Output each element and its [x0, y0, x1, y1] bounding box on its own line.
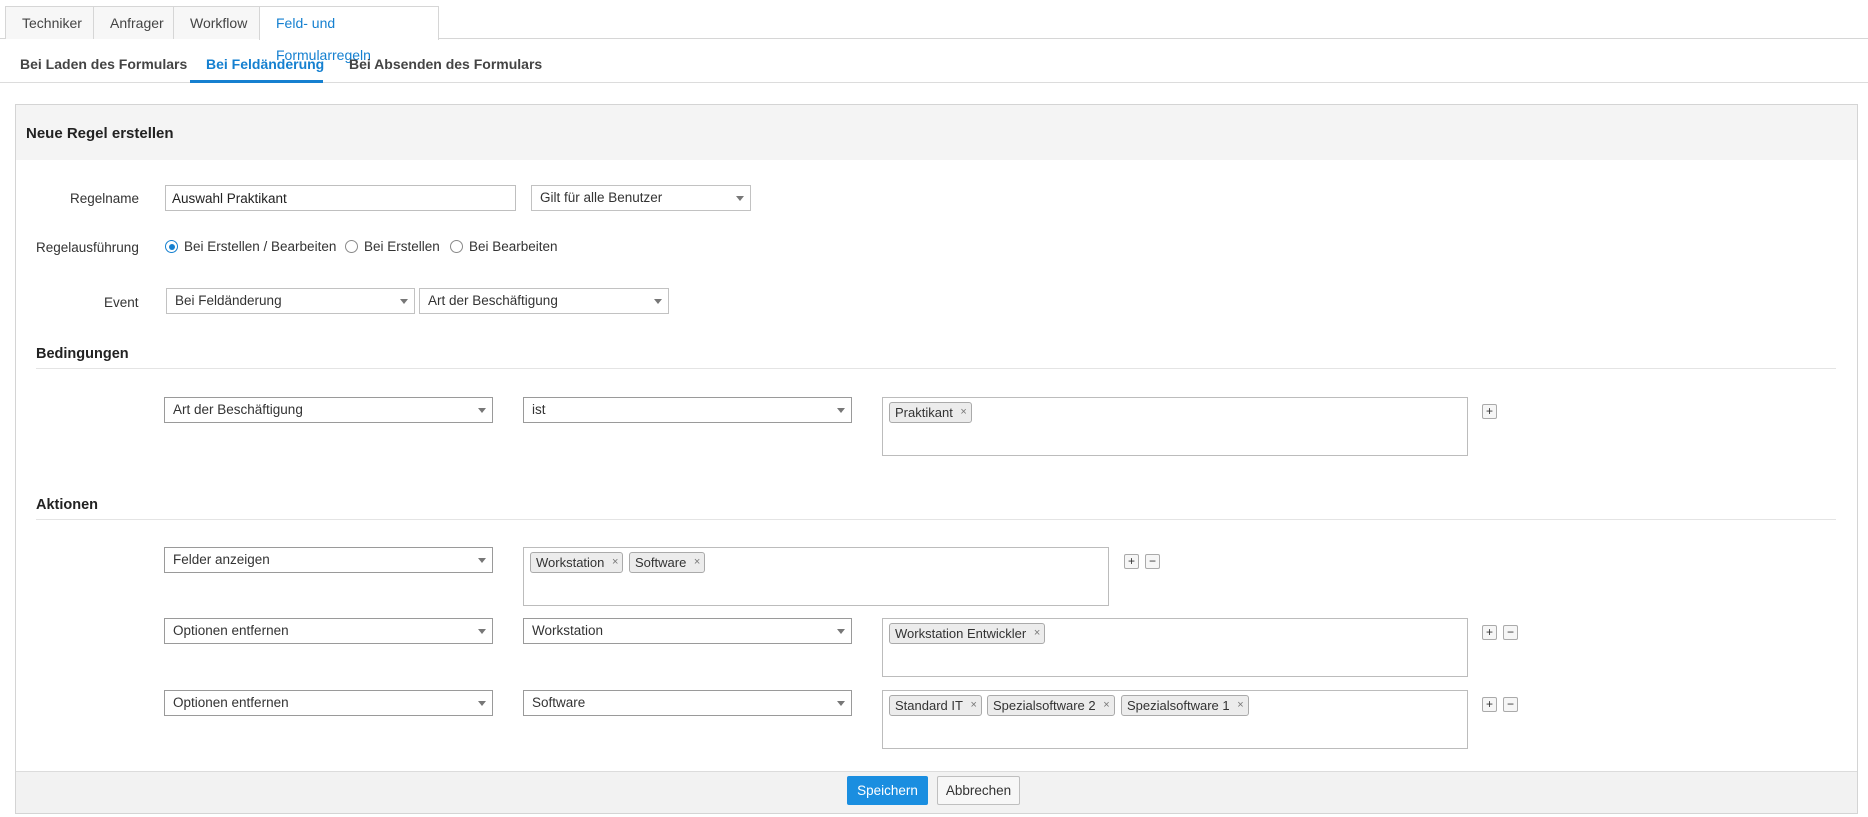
tag-label: Workstation: [536, 555, 605, 570]
tab-anfrager[interactable]: Anfrager: [93, 6, 174, 39]
action-3-select[interactable]: Optionen entfernen: [164, 690, 493, 716]
tag-standard-it: Standard IT ×: [889, 695, 982, 716]
applies-to-select[interactable]: Gilt für alle Benutzer: [531, 185, 751, 211]
panel-title: Neue Regel erstellen: [26, 125, 174, 142]
action-2-select[interactable]: Optionen entfernen: [164, 618, 493, 644]
close-icon[interactable]: ×: [960, 403, 966, 422]
condition-field-select[interactable]: Art der Beschäftigung: [164, 397, 493, 423]
chevron-down-icon: [478, 629, 486, 634]
event-field-select[interactable]: Art der Beschäftigung: [419, 288, 669, 314]
remove-action-button[interactable]: −: [1145, 554, 1160, 569]
action-3-values-box[interactable]: Standard IT × Spezialsoftware 2 × Spezials…: [882, 690, 1468, 749]
sub-tab-bar: Bei Laden des Formulars Bei Feldänderung…: [0, 39, 1868, 83]
tag-spezialsoftware-1: Spezialsoftware 1 ×: [1121, 695, 1249, 716]
action-1-value: Felder anzeigen: [173, 552, 270, 567]
close-icon[interactable]: ×: [694, 553, 700, 572]
remove-action-button[interactable]: −: [1503, 625, 1518, 640]
condition-values-box[interactable]: Praktikant ×: [882, 397, 1468, 456]
add-action-button[interactable]: +: [1124, 554, 1139, 569]
add-condition-button[interactable]: +: [1482, 404, 1497, 419]
chevron-down-icon: [837, 701, 845, 706]
radio-unchecked-icon: [345, 240, 358, 253]
action-2-field-select[interactable]: Workstation: [523, 618, 852, 644]
condition-field-value: Art der Beschäftigung: [173, 402, 303, 417]
tag-workstation-entwickler: Workstation Entwickler ×: [889, 623, 1046, 644]
top-tab-bar: Techniker Anfrager Workflow Feld- und Fo…: [0, 0, 1868, 63]
close-icon[interactable]: ×: [612, 553, 618, 572]
actions-divider: [36, 519, 1836, 520]
tag-label: Standard IT: [895, 698, 963, 713]
tag-praktikant: Praktikant ×: [889, 402, 972, 423]
rule-name-label: Regelname: [70, 191, 140, 206]
event-type-value: Bei Feldänderung: [175, 293, 282, 308]
close-icon[interactable]: ×: [1034, 624, 1040, 643]
chevron-down-icon: [478, 701, 486, 706]
conditions-divider: [36, 368, 1836, 369]
applies-to-value: Gilt für alle Benutzer: [540, 190, 663, 205]
action-2-value: Optionen entfernen: [173, 623, 289, 638]
actions-title: Aktionen: [36, 497, 99, 513]
chevron-down-icon: [837, 408, 845, 413]
tag-label: Praktikant: [895, 405, 953, 420]
save-button[interactable]: Speichern: [847, 776, 928, 805]
rule-name-input[interactable]: [165, 185, 516, 211]
rule-execution-label: Regelausführung: [36, 240, 139, 255]
event-label: Event: [104, 295, 139, 310]
chevron-down-icon: [654, 299, 662, 304]
action-1-select[interactable]: Felder anzeigen: [164, 547, 493, 573]
action-2-values-box[interactable]: Workstation Entwickler ×: [882, 618, 1468, 677]
subtab-bei-absenden[interactable]: Bei Absenden des Formulars: [333, 39, 558, 83]
subtab-bei-feldaenderung[interactable]: Bei Feldänderung: [190, 39, 324, 83]
close-icon[interactable]: ×: [1103, 696, 1109, 715]
cancel-button[interactable]: Abbrechen: [937, 776, 1020, 805]
radio-create-label: Bei Erstellen: [364, 239, 440, 254]
radio-create-edit-label: Bei Erstellen / Bearbeiten: [184, 239, 337, 254]
tag-workstation: Workstation ×: [530, 552, 624, 573]
add-action-button[interactable]: +: [1482, 625, 1497, 640]
chevron-down-icon: [837, 629, 845, 634]
close-icon[interactable]: ×: [971, 696, 977, 715]
radio-unchecked-icon: [450, 240, 463, 253]
tag-label: Spezialsoftware 2: [993, 698, 1096, 713]
action-3-value: Optionen entfernen: [173, 695, 289, 710]
close-icon[interactable]: ×: [1237, 696, 1243, 715]
action-3-field-select[interactable]: Software: [523, 690, 852, 716]
chevron-down-icon: [478, 558, 486, 563]
tag-spezialsoftware-2: Spezialsoftware 2 ×: [987, 695, 1115, 716]
radio-create[interactable]: Bei Erstellen: [345, 239, 440, 254]
chevron-down-icon: [478, 408, 486, 413]
tag-label: Spezialsoftware 1: [1127, 698, 1230, 713]
tag-label: Workstation Entwickler: [895, 626, 1027, 641]
radio-create-edit[interactable]: Bei Erstellen / Bearbeiten: [165, 239, 336, 254]
action-3-field-value: Software: [532, 695, 586, 710]
radio-checked-icon: [165, 240, 178, 253]
condition-operator-value: ist: [532, 402, 546, 417]
conditions-title: Bedingungen: [36, 346, 129, 362]
chevron-down-icon: [736, 196, 744, 201]
condition-operator-select[interactable]: ist: [523, 397, 852, 423]
remove-action-button[interactable]: −: [1503, 697, 1518, 712]
tab-techniker[interactable]: Techniker: [5, 6, 94, 39]
radio-edit-label: Bei Bearbeiten: [469, 239, 558, 254]
chevron-down-icon: [400, 299, 408, 304]
event-field-value: Art der Beschäftigung: [428, 293, 558, 308]
tag-label: Software: [635, 555, 687, 570]
tab-feld-und-formularregeln[interactable]: Feld- und Formularregeln: [259, 6, 439, 63]
radio-edit[interactable]: Bei Bearbeiten: [450, 239, 558, 254]
tab-workflow[interactable]: Workflow: [173, 6, 260, 39]
subtab-bei-laden[interactable]: Bei Laden des Formulars: [4, 39, 203, 83]
action-2-field-value: Workstation: [532, 623, 604, 638]
action-1-values-box[interactable]: Workstation × Software ×: [523, 547, 1109, 606]
panel-header: Neue Regel erstellen: [16, 105, 1857, 160]
tag-software: Software ×: [629, 552, 706, 573]
event-type-select[interactable]: Bei Feldänderung: [166, 288, 415, 314]
add-action-button[interactable]: +: [1482, 697, 1497, 712]
